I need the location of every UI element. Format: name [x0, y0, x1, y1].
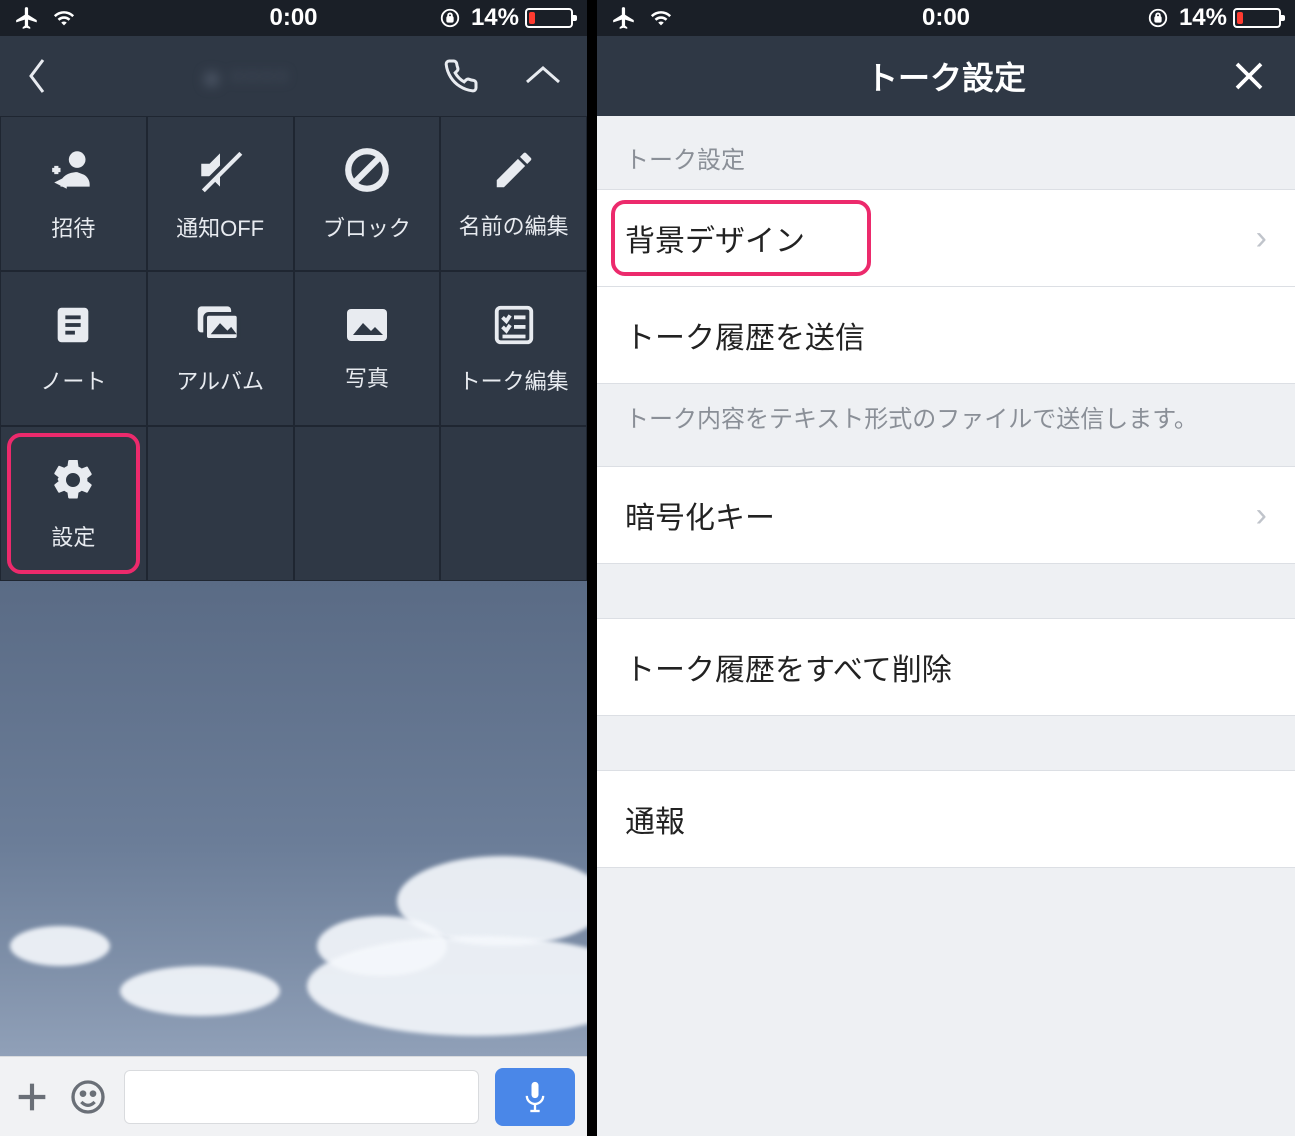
row-encryption-key[interactable]: 暗号化キー › — [597, 466, 1295, 564]
status-time: 0:00 — [922, 4, 970, 32]
tile-label: 招待 — [51, 211, 95, 243]
battery-pct: 14% — [471, 4, 519, 32]
tile-label: 名前の編集 — [459, 209, 569, 241]
action-grid: 招待 通知OFF ブロック 名前の編集 — [0, 116, 587, 581]
photo-icon — [343, 305, 391, 345]
tile-note[interactable]: ノート — [0, 271, 147, 426]
close-button[interactable] — [1231, 58, 1267, 94]
pencil-icon — [491, 147, 537, 193]
status-bar: 0:00 14% — [597, 0, 1295, 36]
chat-title-blurred: ● ････ — [203, 56, 290, 96]
chevron-right-icon: › — [1256, 221, 1267, 255]
message-input-bar — [0, 1056, 587, 1136]
status-bar: 0:00 14% — [0, 0, 587, 36]
row-label: トーク履歴をすべて削除 — [625, 645, 952, 689]
row-background-design[interactable]: 背景デザイン › — [597, 189, 1295, 287]
emoji-button[interactable] — [68, 1077, 108, 1117]
battery-icon — [525, 8, 573, 28]
tile-empty — [147, 426, 294, 581]
checklist-icon — [491, 302, 537, 348]
tile-invite[interactable]: 招待 — [0, 116, 147, 271]
collapse-button[interactable] — [523, 64, 563, 88]
orientation-lock-icon — [1147, 7, 1169, 29]
wifi-icon — [647, 7, 675, 29]
row-label: 暗号化キー — [625, 493, 775, 537]
album-icon — [194, 302, 246, 348]
note-icon — [50, 302, 96, 348]
chat-header: ● ････ — [0, 36, 587, 116]
tile-label: トーク編集 — [459, 364, 569, 396]
message-input[interactable] — [124, 1070, 479, 1124]
tile-label: ノート — [40, 364, 106, 396]
row-description: トーク内容をテキスト形式のファイルで送信します。 — [597, 384, 1295, 466]
chat-background — [0, 581, 587, 1056]
tile-notify-off[interactable]: 通知OFF — [147, 116, 294, 271]
block-icon — [342, 145, 392, 195]
section-label: トーク設定 — [597, 116, 1295, 189]
settings-title: トーク設定 — [866, 53, 1026, 99]
tile-label: 写真 — [345, 361, 389, 393]
tile-empty — [440, 426, 587, 581]
tile-label: ブロック — [323, 211, 411, 243]
row-label: トーク履歴を送信 — [625, 313, 865, 357]
battery-pct: 14% — [1179, 4, 1227, 32]
voice-button[interactable] — [495, 1068, 575, 1126]
back-button[interactable] — [24, 54, 50, 98]
call-button[interactable] — [443, 58, 479, 94]
battery-icon — [1233, 8, 1281, 28]
airplane-icon — [611, 5, 637, 31]
orientation-lock-icon — [439, 7, 461, 29]
tile-talk-edit[interactable]: トーク編集 — [440, 271, 587, 426]
wifi-icon — [50, 7, 78, 29]
tile-label: 設定 — [51, 520, 95, 552]
row-label: 背景デザイン — [625, 216, 805, 260]
settings-header: トーク設定 — [597, 36, 1295, 116]
plus-button[interactable] — [12, 1077, 52, 1117]
mute-icon — [195, 145, 245, 195]
tile-album[interactable]: アルバム — [147, 271, 294, 426]
status-time: 0:00 — [269, 4, 317, 32]
chevron-right-icon: › — [1256, 498, 1267, 532]
row-send-history[interactable]: トーク履歴を送信 — [597, 287, 1295, 384]
row-delete-all-history[interactable]: トーク履歴をすべて削除 — [597, 618, 1295, 716]
tile-settings[interactable]: 設定 — [0, 426, 147, 581]
row-label: 通報 — [625, 797, 685, 841]
tile-edit-name[interactable]: 名前の編集 — [440, 116, 587, 271]
invite-icon — [48, 145, 98, 195]
row-report[interactable]: 通報 — [597, 770, 1295, 868]
tile-photo[interactable]: 写真 — [294, 271, 441, 426]
tile-empty — [294, 426, 441, 581]
gear-icon — [49, 456, 97, 504]
tile-label: アルバム — [176, 364, 264, 396]
airplane-icon — [14, 5, 40, 31]
tile-label: 通知OFF — [176, 211, 264, 243]
tile-block[interactable]: ブロック — [294, 116, 441, 271]
